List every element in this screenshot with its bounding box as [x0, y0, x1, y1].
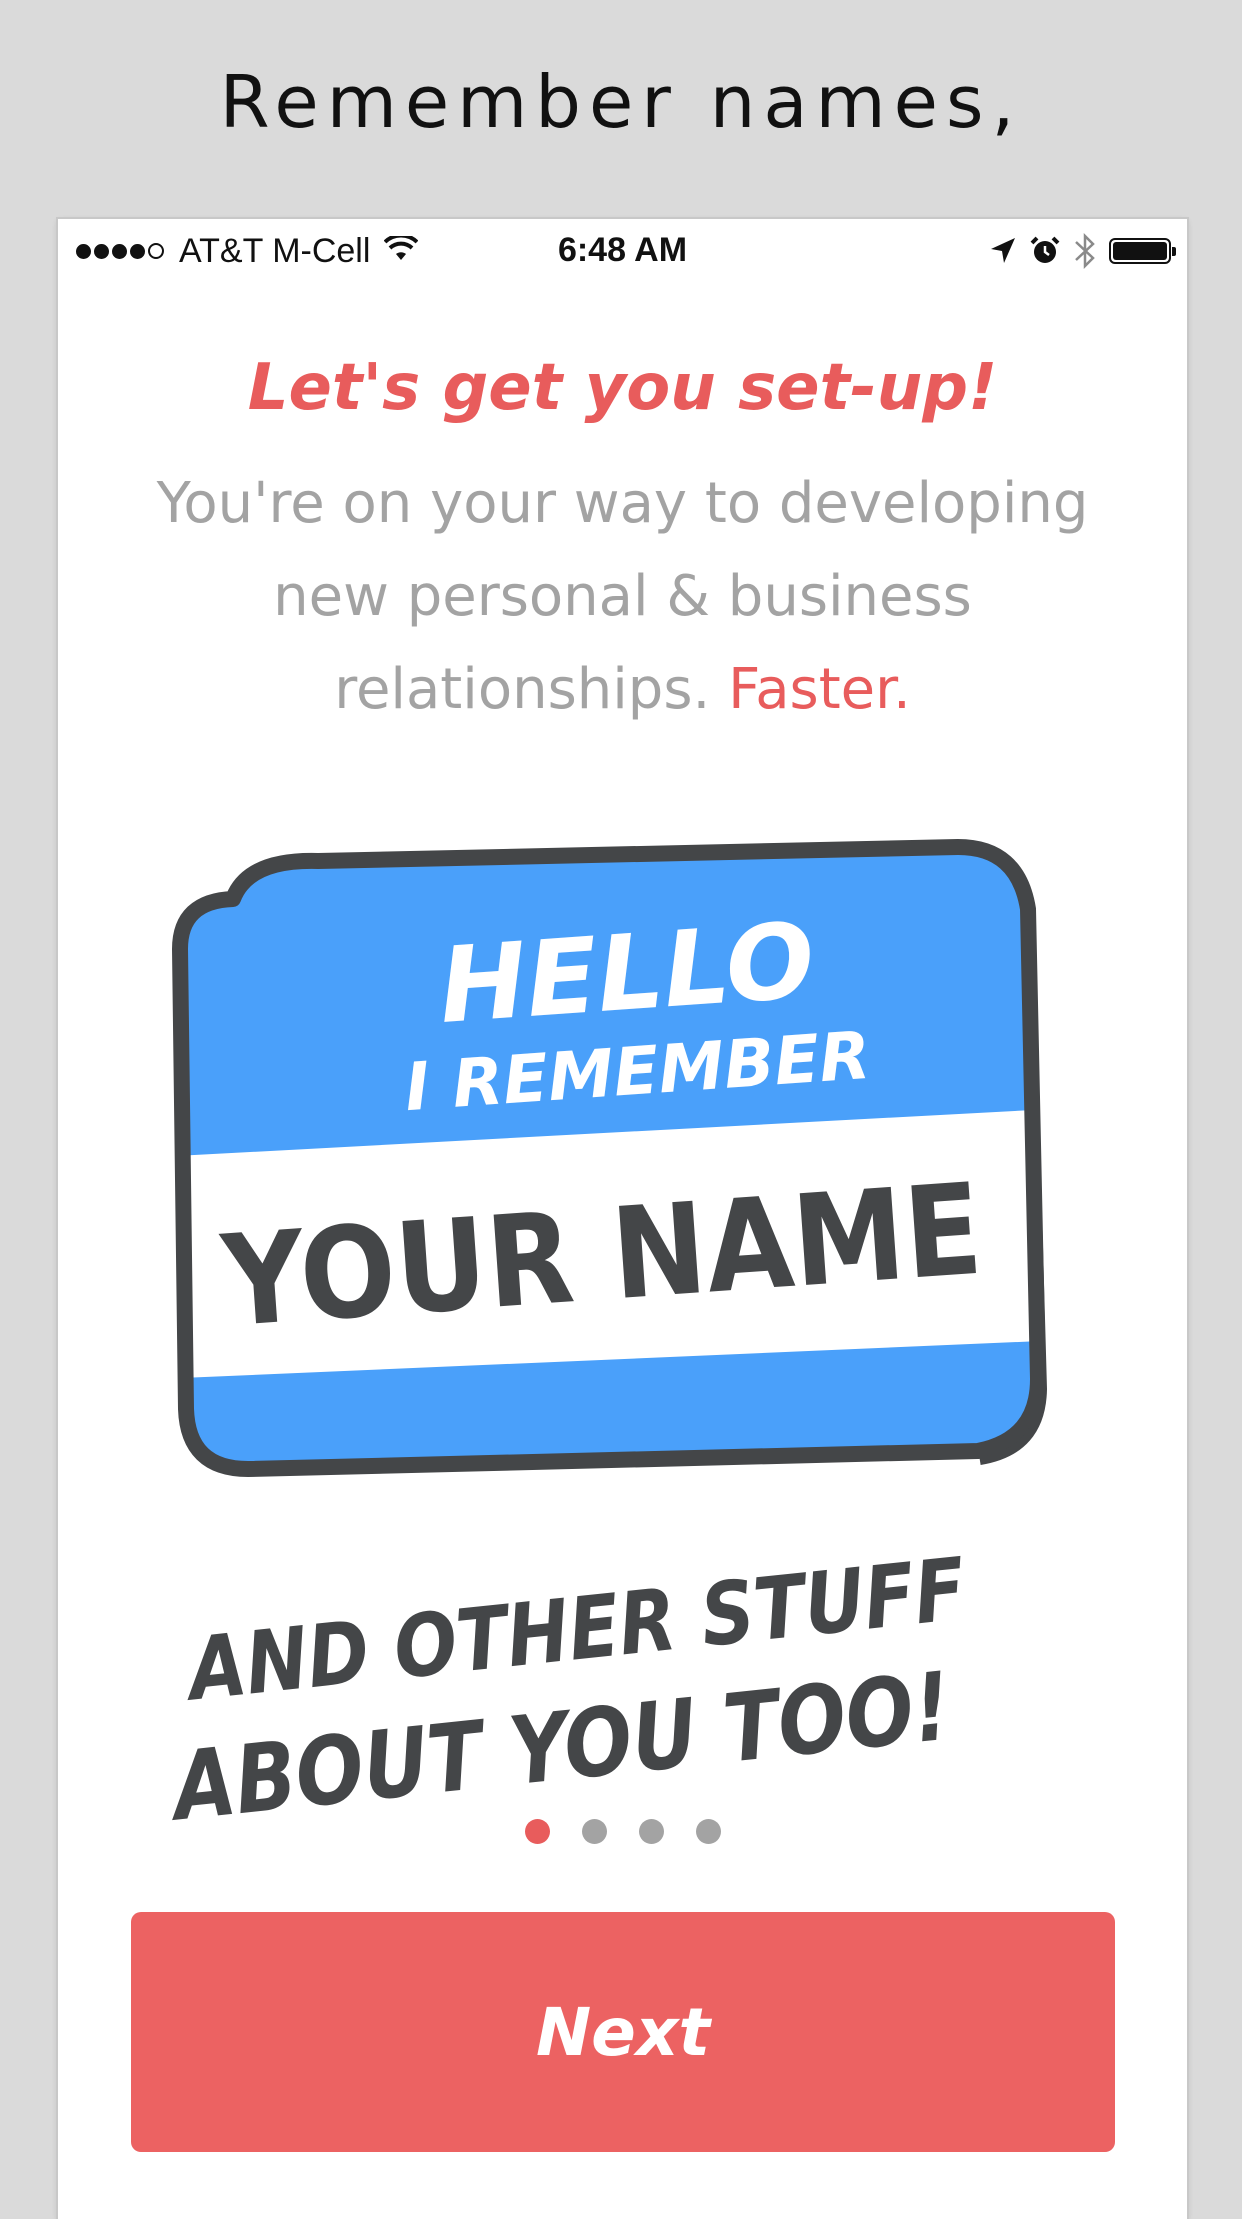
- subtitle-accent-text: Faster.: [728, 657, 911, 722]
- headline: Remember names,: [219, 60, 1023, 144]
- next-button[interactable]: Next: [131, 1912, 1115, 2152]
- alarm-icon: [1029, 235, 1061, 267]
- page-indicator: [58, 1819, 1187, 1844]
- location-arrow-icon: [989, 236, 1017, 266]
- status-bar: AT&T M-Cell 6:48 AM: [58, 219, 1187, 283]
- phone-screen: AT&T M-Cell 6:48 AM Let's get you set-up…: [58, 219, 1187, 2219]
- pager-dot[interactable]: [524, 1819, 550, 1844]
- battery-icon: [1109, 238, 1176, 264]
- name-tag-illustration: HELLO I REMEMBER YOUR NAME AND OTHER STU…: [162, 839, 1048, 1843]
- setup-title: Let's get you set-up!: [247, 351, 998, 425]
- setup-subtitle: You're on your way to developing new per…: [138, 457, 1107, 736]
- pager-dot[interactable]: [581, 1819, 607, 1844]
- pager-dot[interactable]: [695, 1819, 721, 1844]
- subtitle-main-text: You're on your way to developing new per…: [156, 471, 1089, 722]
- bluetooth-icon: [1073, 232, 1097, 270]
- pager-dot[interactable]: [638, 1819, 664, 1844]
- status-bar-right: [977, 229, 1176, 273]
